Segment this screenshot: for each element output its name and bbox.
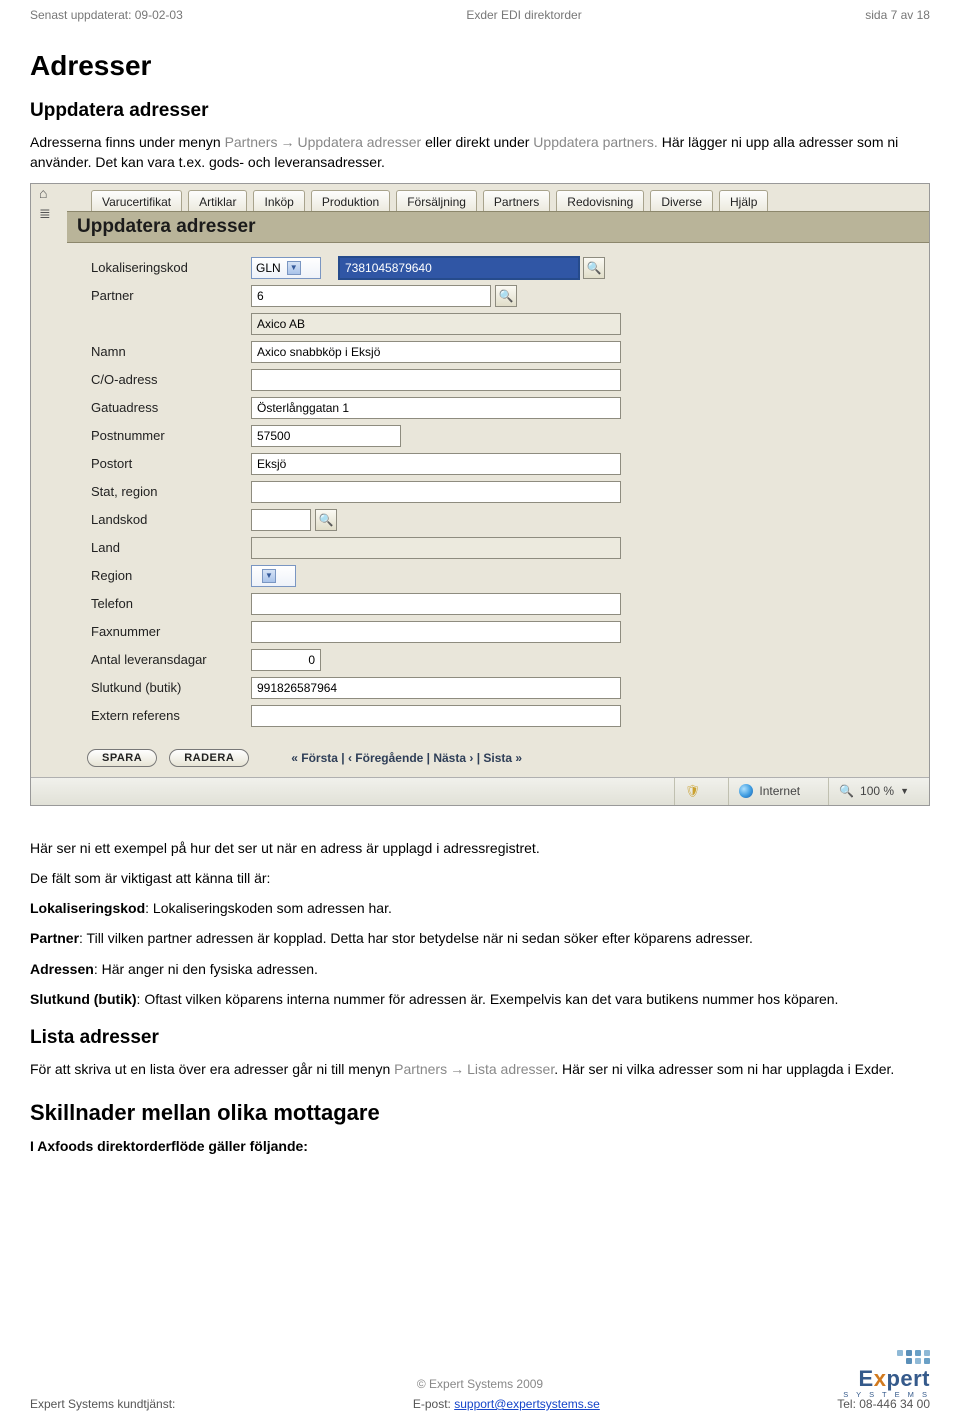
input-slutkund[interactable] [251,677,621,699]
input-postnr[interactable] [251,425,401,447]
label-co: C/O-adress [91,372,251,387]
delete-button[interactable]: RADERA [169,749,249,767]
label-partner: Partner [91,288,251,303]
page-title: Adresser [30,50,930,82]
shield-icon: 🛡 [685,784,700,798]
input-partner-id[interactable] [251,285,491,307]
input-fax[interactable] [251,621,621,643]
page-header: Senast uppdaterat: 09-02-03 Exder EDI di… [0,0,960,26]
tab-partners[interactable]: Partners [483,190,550,211]
form-panel: Lokaliseringskod GLN ▼ 🔍 Partner 🔍 Namn [31,243,929,743]
chevron-down-icon: ▼ [262,569,276,583]
doc-partner: Partner: Till vilken partner adressen är… [30,928,930,948]
label-fax: Faxnummer [91,624,251,639]
input-landskod[interactable] [251,509,311,531]
input-telefon[interactable] [251,593,621,615]
label-levdagar: Antal leveransdagar [91,652,251,667]
button-bar: SPARA RADERA « Första | ‹ Föregående | N… [31,743,929,777]
globe-icon [739,784,753,798]
doc-lista-text: För att skriva ut en lista över era adre… [30,1059,930,1079]
zoom-control[interactable]: 🔍100 % ▼ [828,778,919,805]
input-lokaliseringskod[interactable] [339,257,579,279]
chevron-down-icon: ▼ [287,261,301,275]
heading-lista: Lista adresser [30,1027,930,1049]
select-region[interactable]: ▼ [251,565,296,587]
input-levdagar[interactable] [251,649,321,671]
label-gatu: Gatuadress [91,400,251,415]
footer-mid: E-post: support@expertsystems.se [413,1397,600,1411]
zone-label: Internet [759,784,800,798]
footer-copyright: © Expert Systems 2009 [30,1377,930,1391]
section-title: Uppdatera adresser [67,211,929,243]
label-namn: Namn [91,344,251,359]
doc-lok: Lokaliseringskod: Lokaliseringskoden som… [30,898,930,918]
header-right: sida 7 av 18 [865,8,930,22]
chevron-down-icon: ▼ [900,786,909,796]
input-extref[interactable] [251,705,621,727]
footer-right: Tel: 08-446 34 00 [837,1397,930,1411]
label-land: Land [91,540,251,555]
label-telefon: Telefon [91,596,251,611]
intro-paragraph: Adresserna finns under menyn Partners→Up… [30,132,930,173]
label-lokaliseringskod: Lokaliseringskod [91,260,251,275]
home-icon[interactable]: ⌂ [39,185,51,201]
save-button[interactable]: SPARA [87,749,157,767]
tab-diverse[interactable]: Diverse [650,190,713,211]
app-window: Varucertifikat Artiklar Inköp Produktion… [30,183,930,806]
input-partner-name [251,313,621,335]
tab-produktion[interactable]: Produktion [311,190,390,211]
header-center: Exder EDI direktorder [466,8,581,22]
page-footer: © Expert Systems 2009 Expert Systems kun… [0,1377,960,1411]
label-region: Region [91,568,251,583]
input-gatu[interactable] [251,397,621,419]
input-stat[interactable] [251,481,621,503]
tab-artiklar[interactable]: Artiklar [188,190,247,211]
intro-heading: Uppdatera adresser [30,100,930,122]
doc-slutkund: Slutkund (butik): Oftast vilken köparens… [30,989,930,1009]
search-icon: 🔍 [839,784,854,798]
list-icon[interactable]: ≣ [39,205,51,222]
label-extref: Extern referens [91,708,251,723]
tab-varucertifikat[interactable]: Varucertifikat [91,190,182,211]
tab-row: Varucertifikat Artiklar Inköp Produktion… [31,184,929,211]
label-stat: Stat, region [91,484,251,499]
tab-hjalp[interactable]: Hjälp [719,190,768,211]
input-co[interactable] [251,369,621,391]
header-left: Senast uppdaterat: 09-02-03 [30,8,183,22]
label-postort: Postort [91,456,251,471]
heading-skillnader: Skillnader mellan olika mottagare [30,1100,930,1126]
doc-adressen: Adressen: Här anger ni den fysiska adres… [30,959,930,979]
left-icon-column: ⌂ ≣ [39,185,51,222]
select-lokaliseringskod-type[interactable]: GLN ▼ [251,257,321,279]
input-namn[interactable] [251,341,621,363]
ie-status-bar: 🛡 Internet 🔍100 % ▼ [31,777,929,805]
doc-fields-text: De fält som är viktigast att känna till … [30,868,930,888]
search-icon[interactable]: 🔍 [495,285,517,307]
tab-inkop[interactable]: Inköp [253,190,304,211]
search-icon[interactable]: 🔍 [315,509,337,531]
label-postnr: Postnummer [91,428,251,443]
doc-example-text: Här ser ni ett exempel på hur det ser ut… [30,838,930,858]
label-landskod: Landskod [91,512,251,527]
pager[interactable]: « Första | ‹ Föregående | Nästa › | Sist… [291,751,522,765]
label-slutkund: Slutkund (butik) [91,680,251,695]
input-land [251,537,621,559]
tab-forsaljning[interactable]: Försäljning [396,190,477,211]
input-postort[interactable] [251,453,621,475]
search-icon[interactable]: 🔍 [583,257,605,279]
footer-left: Expert Systems kundtjänst: [30,1397,175,1411]
doc-skil-text: I Axfoods direktorderflöde gäller följan… [30,1136,930,1156]
footer-email-link[interactable]: support@expertsystems.se [454,1397,600,1411]
tab-redovisning[interactable]: Redovisning [556,190,644,211]
